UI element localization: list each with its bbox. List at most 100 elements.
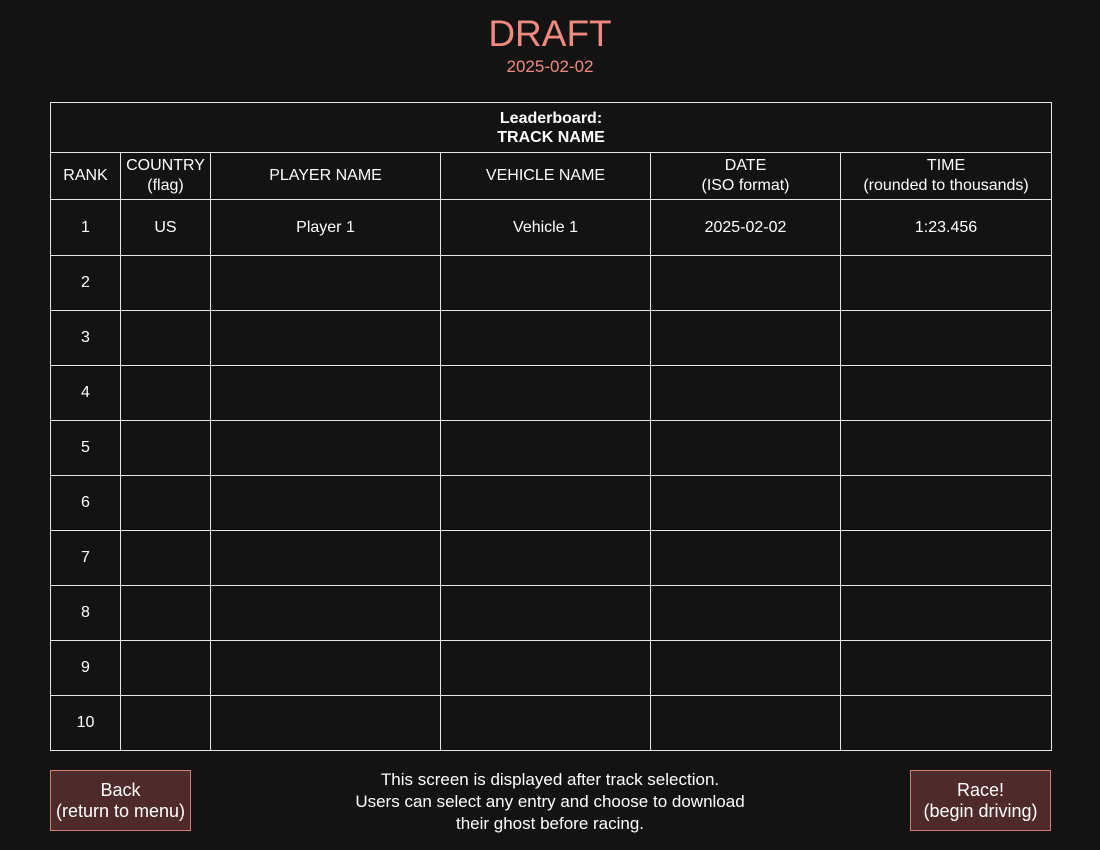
column-header-label: VEHICLE NAME: [485, 167, 606, 184]
column-header-time: TIME (rounded to thousands): [839, 152, 1053, 200]
table-row[interactable]: 9: [50, 640, 1053, 696]
country-cell: [120, 695, 211, 751]
leaderboard-track-name: TRACK NAME: [497, 128, 605, 146]
country-cell: [120, 365, 211, 421]
date-cell: 2025-02-02: [650, 199, 841, 256]
info-note-line: their ghost before racing.: [455, 814, 645, 833]
race-button-sublabel: (begin driving): [923, 800, 1038, 821]
column-header-label: RANK: [63, 167, 108, 184]
player-name-cell: [210, 695, 441, 751]
table-row[interactable]: 5: [50, 420, 1053, 476]
player-name-cell: Player 1: [210, 199, 441, 256]
vehicle-name-cell: [440, 475, 651, 531]
country-cell: [120, 530, 211, 586]
rank-cell: 2: [50, 255, 121, 311]
player-name-cell: [210, 640, 441, 696]
leaderboard-caption-label: Leaderboard:: [499, 109, 603, 127]
date-cell: [650, 640, 841, 696]
time-cell: [839, 475, 1053, 531]
player-name-cell: [210, 530, 441, 586]
leaderboard-body: 1 US Player 1 Vehicle 1 2025-02-02 1:23.456 2 3…: [50, 199, 1053, 751]
column-header-sublabel: (rounded to thousands): [863, 177, 1029, 194]
vehicle-name-cell: [440, 255, 651, 311]
column-header-date: DATE (ISO format): [650, 152, 841, 200]
page-header: DRAFT 2025-02-02: [0, 14, 1100, 78]
country-cell: US: [120, 199, 211, 256]
rank-cell: 7: [50, 530, 121, 586]
back-button-label: Back: [100, 779, 141, 800]
column-header-sublabel: (ISO format): [701, 177, 790, 194]
player-name-cell: [210, 310, 441, 366]
race-button-label: Race!: [956, 779, 1005, 800]
column-header-rank: RANK: [50, 152, 121, 200]
time-cell: [839, 420, 1053, 476]
player-name-cell: [210, 255, 441, 311]
time-cell: [839, 695, 1053, 751]
column-header-row: RANK COUNTRY (flag) PLAYER NAME VEHICLE NAME…: [50, 152, 1053, 200]
time-cell: [839, 585, 1053, 641]
rank-cell: 1: [50, 199, 121, 256]
leaderboard-caption: Leaderboard: TRACK NAME: [49, 102, 1053, 153]
vehicle-name-cell: [440, 585, 651, 641]
table-row[interactable]: 10: [50, 695, 1053, 751]
country-cell: [120, 640, 211, 696]
vehicle-name-cell: [440, 365, 651, 421]
player-name-cell: [210, 420, 441, 476]
date-cell: [650, 530, 841, 586]
column-header-label: DATE: [724, 157, 767, 174]
date-cell: [650, 695, 841, 751]
info-note: This screen is displayed after track sel…: [300, 769, 800, 835]
date-cell: [650, 255, 841, 311]
date-cell: [650, 585, 841, 641]
rank-cell: 9: [50, 640, 121, 696]
player-name-cell: [210, 365, 441, 421]
vehicle-name-cell: [440, 420, 651, 476]
vehicle-name-cell: [440, 695, 651, 751]
table-row[interactable]: 6: [50, 475, 1053, 531]
date-cell: [650, 310, 841, 366]
rank-cell: 10: [50, 695, 121, 751]
table-row[interactable]: 4: [50, 365, 1053, 421]
time-cell: [839, 530, 1053, 586]
table-row[interactable]: 7: [50, 530, 1053, 586]
table-row[interactable]: 8: [50, 585, 1053, 641]
column-header-vehicle-name: VEHICLE NAME: [440, 152, 651, 200]
date-cell: [650, 475, 841, 531]
page-date: 2025-02-02: [506, 57, 594, 76]
back-button-sublabel: (return to menu): [55, 800, 186, 821]
rank-cell: 4: [50, 365, 121, 421]
rank-cell: 3: [50, 310, 121, 366]
page-title: DRAFT: [488, 13, 612, 54]
table-row[interactable]: 2: [50, 255, 1053, 311]
country-cell: [120, 585, 211, 641]
info-note-line: This screen is displayed after track sel…: [380, 770, 720, 789]
time-cell: [839, 255, 1053, 311]
column-header-player-name: PLAYER NAME: [210, 152, 441, 200]
player-name-cell: [210, 585, 441, 641]
back-button[interactable]: Back (return to menu): [50, 770, 191, 831]
column-header-country: COUNTRY (flag): [120, 152, 211, 200]
leaderboard-table: Leaderboard: TRACK NAME RANK COUNTRY (flag…: [49, 102, 1053, 751]
rank-cell: 5: [50, 420, 121, 476]
vehicle-name-cell: [440, 530, 651, 586]
vehicle-name-cell: [440, 310, 651, 366]
time-cell: [839, 640, 1053, 696]
info-note-line: Users can select any entry and choose to…: [355, 792, 745, 811]
column-header-label: PLAYER NAME: [269, 167, 382, 184]
date-cell: [650, 420, 841, 476]
table-row[interactable]: 1 US Player 1 Vehicle 1 2025-02-02 1:23.456: [50, 199, 1053, 256]
date-cell: [650, 365, 841, 421]
column-header-label: TIME: [926, 157, 966, 174]
rank-cell: 6: [50, 475, 121, 531]
vehicle-name-cell: Vehicle 1: [440, 199, 651, 256]
country-cell: [120, 310, 211, 366]
rank-cell: 8: [50, 585, 121, 641]
column-header-label: COUNTRY: [126, 157, 205, 174]
player-name-cell: [210, 475, 441, 531]
country-cell: [120, 255, 211, 311]
table-row[interactable]: 3: [50, 310, 1053, 366]
time-cell: [839, 365, 1053, 421]
column-header-sublabel: (flag): [147, 177, 184, 194]
race-button[interactable]: Race! (begin driving): [910, 770, 1051, 831]
time-cell: [839, 310, 1053, 366]
